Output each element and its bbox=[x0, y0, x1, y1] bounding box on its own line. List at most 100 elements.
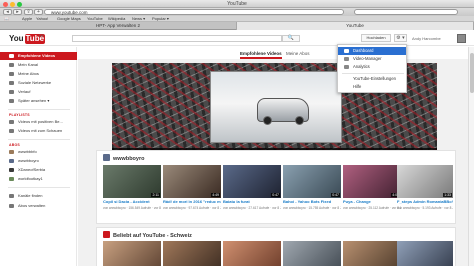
share-button[interactable]: ⇪ bbox=[24, 9, 33, 15]
search-button[interactable]: 🔍 bbox=[282, 35, 300, 42]
avatar[interactable] bbox=[457, 34, 466, 43]
menu-item-settings[interactable]: YouTube-Einstellungen bbox=[338, 75, 406, 83]
video-thumbnail[interactable]: 1:33 bbox=[397, 165, 453, 198]
featured-video-frame[interactable] bbox=[210, 71, 342, 143]
sidebar-item-subscriptions[interactable]: Meine Abos bbox=[0, 70, 77, 78]
video-thumbnail[interactable] bbox=[223, 241, 281, 266]
video-title[interactable]: F_steps Admin RomaniaBBoY bbox=[397, 200, 453, 205]
sidebar-item-sub[interactable]: XDaneofSerbia bbox=[0, 166, 77, 174]
browser-search-field[interactable] bbox=[354, 9, 458, 15]
sidebar-item-label: Abos verwalten bbox=[18, 203, 46, 208]
sidebar-item-my-channel[interactable]: Mein Kanal bbox=[0, 61, 77, 69]
sidebar-item-sub[interactable]: wwwbbbfo bbox=[0, 148, 77, 156]
sidebar-item-sub[interactable]: worldfootkay1 bbox=[0, 175, 77, 183]
browser-window: YouTube ◂ ▸ ⇪ + www.youtube.com 📖 Apple … bbox=[0, 0, 474, 266]
video-meta: von wwwbboyro · 15.755 Aufrufe · vor 8 J… bbox=[283, 206, 341, 210]
video-title[interactable]: Copil si Dacia - Accident bbox=[103, 200, 161, 205]
menu-item-analytics[interactable]: Analytics bbox=[338, 63, 406, 71]
menu-item-help[interactable]: Hilfe bbox=[338, 83, 406, 91]
wheel-icon bbox=[263, 116, 272, 125]
video-thumbnail[interactable] bbox=[103, 241, 161, 266]
video-thumbnail[interactable]: 0:47 bbox=[283, 165, 341, 198]
video-thumbnail[interactable] bbox=[163, 241, 221, 266]
watch-later-icon bbox=[9, 99, 14, 103]
menu-item-label: YouTube-Einstellungen bbox=[353, 76, 396, 81]
channel-shelf: wwwbboyro 2:11 Copil si Dacia - Accident… bbox=[96, 150, 456, 224]
video-title[interactable]: Baiatu la furat bbox=[223, 200, 281, 205]
logo-you: You bbox=[9, 34, 24, 43]
sidebar-item-label: XDaneofSerbia bbox=[18, 167, 46, 172]
video-duration: 2:11 bbox=[151, 193, 160, 197]
tab-subscriptions[interactable]: Meine Abos bbox=[286, 49, 310, 59]
video-meta: von wwwbboyro · 156.549 Aufrufe · vor 8 … bbox=[103, 206, 161, 210]
tab-youtube[interactable]: YouTube bbox=[237, 22, 474, 30]
video-duration: 0:47 bbox=[331, 193, 340, 197]
recommended-icon bbox=[9, 54, 14, 58]
menu-item-dashboard[interactable]: Dashboard bbox=[338, 47, 406, 55]
sidebar-item-label: Meine Abos bbox=[18, 71, 39, 76]
search-input[interactable] bbox=[72, 35, 282, 42]
sidebar-item-history[interactable]: Verlauf bbox=[0, 88, 77, 96]
menu-item-label: Dashboard bbox=[353, 48, 374, 53]
video-thumbnail[interactable] bbox=[343, 241, 401, 266]
menu-item-video-manager[interactable]: Video-Manager bbox=[338, 55, 406, 63]
sidebar-item-label: Empfohlene Videos bbox=[18, 53, 56, 58]
video-duration: 0:47 bbox=[271, 193, 280, 197]
history-icon bbox=[9, 90, 14, 94]
username-label[interactable]: Andy Harcombe bbox=[412, 36, 441, 41]
upload-button[interactable]: Hochladen bbox=[361, 34, 391, 42]
tab-recommended[interactable]: Empfohlene Videos bbox=[240, 49, 282, 59]
menu-item-label: Video-Manager bbox=[353, 56, 382, 61]
scrollbar-thumb[interactable] bbox=[470, 53, 474, 93]
wheel-icon bbox=[295, 116, 304, 125]
sidebar-item-playlist[interactable]: Videos mit positiven Be... bbox=[0, 118, 77, 126]
video-thumbnail[interactable]: 4:09 bbox=[343, 165, 401, 198]
video-thumbnail[interactable]: 0:47 bbox=[223, 165, 281, 198]
region-label: DE bbox=[39, 34, 44, 38]
sidebar-item-watch-later[interactable]: Später ansehen ▾ bbox=[0, 97, 77, 105]
popular-icon bbox=[103, 231, 110, 238]
video-thumbnail[interactable]: 4:49 bbox=[163, 165, 221, 198]
dashboard-icon bbox=[344, 49, 349, 53]
address-bar[interactable]: www.youtube.com bbox=[44, 9, 344, 15]
shelf-title[interactable]: wwwbboyro bbox=[103, 154, 144, 162]
gear-menu-button[interactable]: ⚙ ▾ bbox=[394, 34, 407, 42]
video-title[interactable]: Puya - Change bbox=[343, 200, 401, 205]
playlists-heading: PLAYLISTS bbox=[9, 113, 30, 117]
feed-tabs: Empfohlene Videos Meine Abos bbox=[78, 47, 474, 59]
sidebar-item-manage-subs[interactable]: Abos verwalten bbox=[0, 202, 77, 210]
add-tab-button[interactable]: + bbox=[34, 9, 43, 15]
video-title[interactable]: Bahoi - Yahoo Bots Fixed bbox=[283, 200, 341, 205]
sidebar-item-label: Mein Kanal bbox=[18, 62, 39, 67]
playlist-icon bbox=[9, 129, 14, 133]
sidebar-item-label: Soziale Netzwerke bbox=[18, 80, 52, 85]
sidebar-item-label: Später ansehen ▾ bbox=[18, 98, 50, 103]
sidebar: Empfohlene Videos Mein Kanal Meine Abos … bbox=[0, 47, 77, 266]
sidebar-item-find-channels[interactable]: Kanäle finden bbox=[0, 192, 77, 200]
sidebar-item-label: wwwbbbfo bbox=[18, 149, 37, 154]
sidebar-divider bbox=[8, 109, 70, 110]
video-meta: von wwwbboyro · 5.193 Aufrufe · vor 8 Ja… bbox=[397, 206, 453, 210]
shelf-title-text: wwwbboyro bbox=[113, 156, 145, 162]
shelf-title[interactable]: Beliebt auf YouTube - Schweiz bbox=[103, 231, 192, 239]
gear-icon bbox=[9, 204, 14, 208]
video-duration: 1:33 bbox=[443, 193, 452, 197]
video-thumbnail[interactable] bbox=[283, 241, 341, 266]
sidebar-item-recommended[interactable]: Empfohlene Videos bbox=[0, 52, 77, 60]
page-scrollbar[interactable] bbox=[468, 47, 474, 266]
tab-hpt[interactable]: HPT- App Verwalten 2 bbox=[0, 22, 237, 30]
popular-shelf: Beliebt auf YouTube - Schweiz bbox=[96, 227, 456, 266]
channel-icon bbox=[9, 63, 14, 67]
back-button[interactable]: ◂ bbox=[3, 9, 12, 15]
sidebar-item-sub[interactable]: wwwbboyro bbox=[0, 157, 77, 165]
forward-button[interactable]: ▸ bbox=[13, 9, 22, 15]
video-thumbnail[interactable]: 2:11 bbox=[103, 165, 161, 198]
sidebar-item-social[interactable]: Soziale Netzwerke bbox=[0, 79, 77, 87]
youtube-logo[interactable]: You Tube DE bbox=[9, 34, 46, 44]
video-thumbnail[interactable] bbox=[397, 241, 453, 266]
settings-dropdown-menu: Dashboard Video-Manager Analytics YouTub… bbox=[337, 44, 407, 93]
sidebar-item-playlist[interactable]: Videos mit zum Schauen bbox=[0, 127, 77, 135]
analytics-icon bbox=[344, 65, 349, 69]
tab-bar: HPT- App Verwalten 2 YouTube bbox=[0, 22, 474, 30]
video-title[interactable]: Râd! de mori în 2016 "reduc minsk" bbox=[163, 200, 221, 205]
